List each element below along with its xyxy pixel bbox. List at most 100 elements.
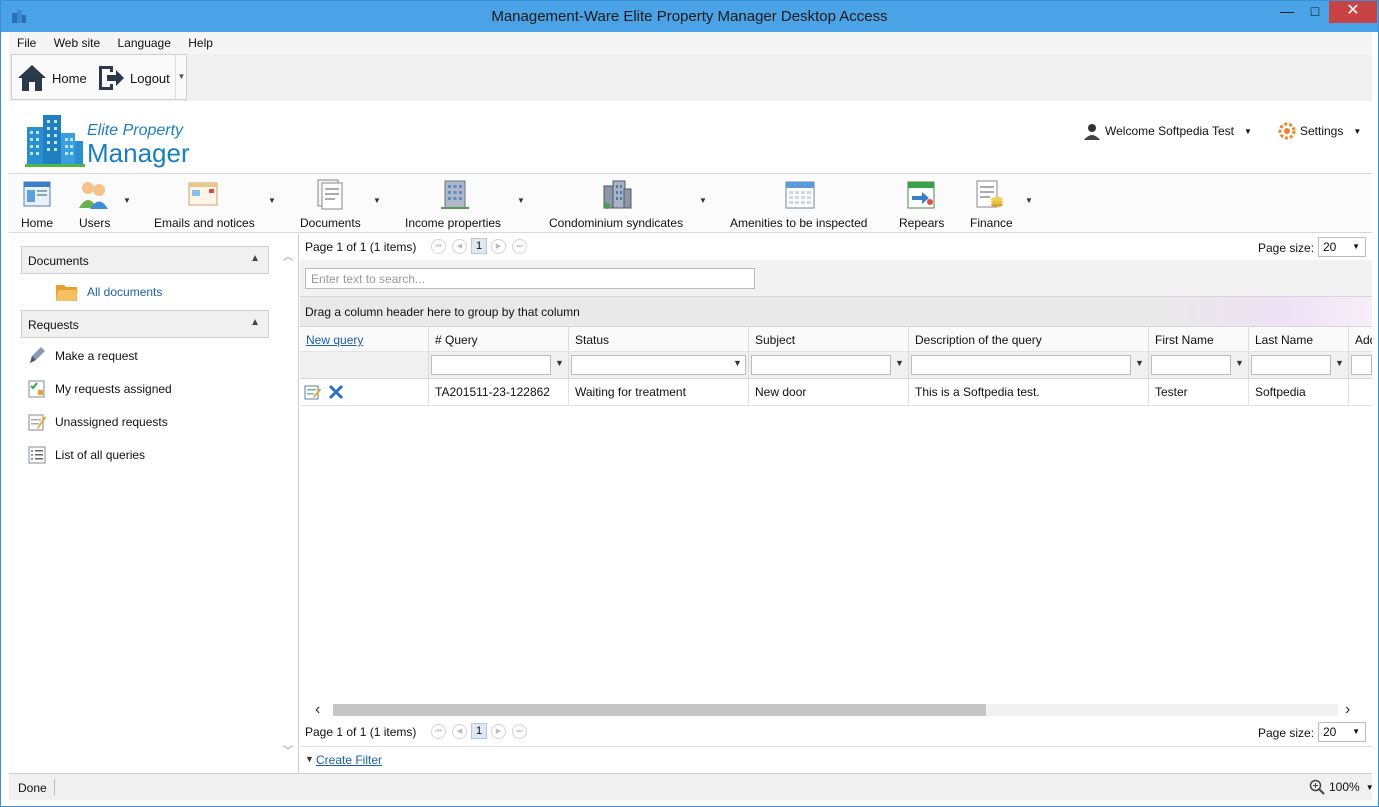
chevron-down-icon: ▼ [1353,126,1362,136]
status-bar: Done 100% ▼ [9,773,1374,800]
filter-funnel-icon[interactable]: ▼ [895,358,904,368]
next-page-icon[interactable]: ▶ [491,724,506,739]
quick-toolbar-dropdown[interactable]: ▼ [175,55,187,99]
filter-description-input[interactable] [911,355,1131,375]
scroll-left-icon[interactable]: ‹ [315,701,320,719]
documents-group-header[interactable]: Documents ▲ [21,246,269,274]
quick-home-label: Home [52,70,87,86]
ribbon-documents[interactable]: Documents ▼ [296,174,386,232]
ribbon-income-properties[interactable]: Income properties ▼ [399,174,529,232]
home-icon [18,65,46,91]
first-page-icon[interactable]: ⏮ [431,239,446,254]
first-page-icon[interactable]: ⏮ [431,724,446,739]
pen-icon [30,347,45,363]
ribbon-condominium[interactable]: Condominium syndicates ▼ [545,174,709,232]
edit-icon[interactable] [304,383,322,401]
grid-search-input[interactable]: Enter text to search... [305,268,755,289]
column-header-description[interactable]: Description of the query [909,327,1149,352]
cell-first-name: Tester [1149,379,1249,405]
scrollbar-thumb[interactable] [333,704,986,716]
table-row[interactable]: TA201511-23-122862 Waiting for treatment… [300,379,1372,406]
scroll-right-icon[interactable]: › [1345,701,1350,719]
maximize-button[interactable]: □ [1301,1,1329,23]
filter-funnel-icon[interactable]: ▼ [1335,358,1344,368]
row-actions-cell [300,379,429,405]
column-header-address[interactable]: Add [1349,327,1372,352]
group-by-panel[interactable]: Drag a column header here to group by th… [300,296,1372,326]
welcome-user-menu[interactable]: Welcome Softpedia Test ▼ [1083,122,1252,140]
list-all-queries-link[interactable]: List of all queries [27,445,145,465]
next-page-icon[interactable]: ▶ [491,239,506,254]
settings-menu[interactable]: Settings ▼ [1278,122,1361,140]
page-size-select[interactable]: 20 ▼ [1318,237,1366,257]
user-avatar-icon [1084,124,1100,140]
ribbon-emails[interactable]: Emails and notices ▼ [149,174,279,232]
filter-cell-description: ▼ [909,352,1149,378]
last-page-icon[interactable]: ⏭ [512,724,527,739]
ribbon-documents-label: Documents [300,216,361,230]
ribbon-repairs[interactable]: Repears [895,174,947,232]
menu-language[interactable]: Language [110,32,177,50]
collapse-chevron-icon: ▲ [250,253,260,264]
group-by-hint: Drag a column header here to group by th… [305,305,580,319]
welcome-label: Welcome Softpedia Test [1105,124,1234,138]
column-header-status[interactable]: Status [569,327,749,352]
collapse-chevron-icon: ▲ [250,317,260,328]
ribbon-home[interactable]: Home [13,174,61,232]
current-page-button[interactable]: 1 [471,238,487,254]
close-button[interactable]: ✕ [1329,1,1377,23]
delete-icon[interactable] [327,383,345,401]
column-header-first-name[interactable]: First Name [1149,327,1249,352]
menu-file[interactable]: File [9,32,42,50]
filter-status-select[interactable] [571,355,746,375]
filter-last-name-input[interactable] [1251,355,1331,375]
chevron-down-icon[interactable]: ▼ [733,358,742,368]
filter-funnel-icon[interactable]: ▼ [555,358,564,368]
filter-address-input[interactable] [1351,355,1372,375]
filter-funnel-icon[interactable]: ▼ [1135,358,1144,368]
quick-logout-button[interactable]: Logout [96,61,170,95]
filter-funnel-icon[interactable]: ▼ [1235,358,1244,368]
my-requests-assigned-link[interactable]: My requests assigned [27,379,172,399]
make-request-link[interactable]: Make a request [27,346,138,366]
filter-query-input[interactable] [431,355,551,375]
quick-home-button[interactable]: Home [16,61,87,95]
requests-group-label: Requests [28,318,79,332]
panel-scroll-up-icon[interactable]: ︿ [283,248,293,263]
last-page-icon[interactable]: ⏭ [512,239,527,254]
column-header-last-name[interactable]: Last Name [1249,327,1349,352]
ribbon-amenities[interactable]: Amenities to be inspected [725,174,885,232]
new-query-link[interactable]: New query [300,327,429,352]
filter-first-name-input[interactable] [1151,355,1231,375]
previous-page-icon[interactable]: ◀ [452,724,467,739]
requests-group-header[interactable]: Requests ▲ [21,310,269,338]
create-filter-link[interactable]: Create Filter [316,753,382,767]
menu-help[interactable]: Help [180,32,219,50]
my-requests-assigned-label: My requests assigned [55,382,172,396]
minimize-button[interactable]: — [1273,1,1301,23]
page-size-select[interactable]: 20 ▼ [1318,722,1366,742]
current-page-button[interactable]: 1 [471,723,487,739]
panel-scroll-down-icon[interactable]: ﹀ [283,742,293,757]
unassigned-requests-link[interactable]: Unassigned requests [27,412,168,432]
list-icon [28,446,46,464]
filter-cell-first-name: ▼ [1149,352,1249,378]
zoom-control[interactable]: 100% ▼ [1309,779,1374,795]
search-row: Enter text to search... [300,260,1372,296]
column-header-subject[interactable]: Subject [749,327,909,352]
menu-web-site[interactable]: Web site [46,32,106,50]
filter-subject-input[interactable] [751,355,891,375]
ribbon-finance[interactable]: Finance ▼ [965,174,1035,232]
ribbon-users[interactable]: Users ▼ [75,174,135,232]
chevron-down-icon: ▼ [1352,242,1360,251]
users-icon [79,182,108,209]
filter-cell-empty [300,352,429,378]
all-documents-link[interactable]: All documents [55,281,162,303]
column-header-query[interactable]: # Query [429,327,569,352]
chevron-down-icon: ▼ [1025,196,1033,205]
previous-page-icon[interactable]: ◀ [452,239,467,254]
chevron-down-icon: ▼ [517,196,525,205]
horizontal-scrollbar[interactable]: ‹ › [300,701,1372,719]
home-page-icon [23,181,51,207]
filter-cell-subject: ▼ [749,352,909,378]
